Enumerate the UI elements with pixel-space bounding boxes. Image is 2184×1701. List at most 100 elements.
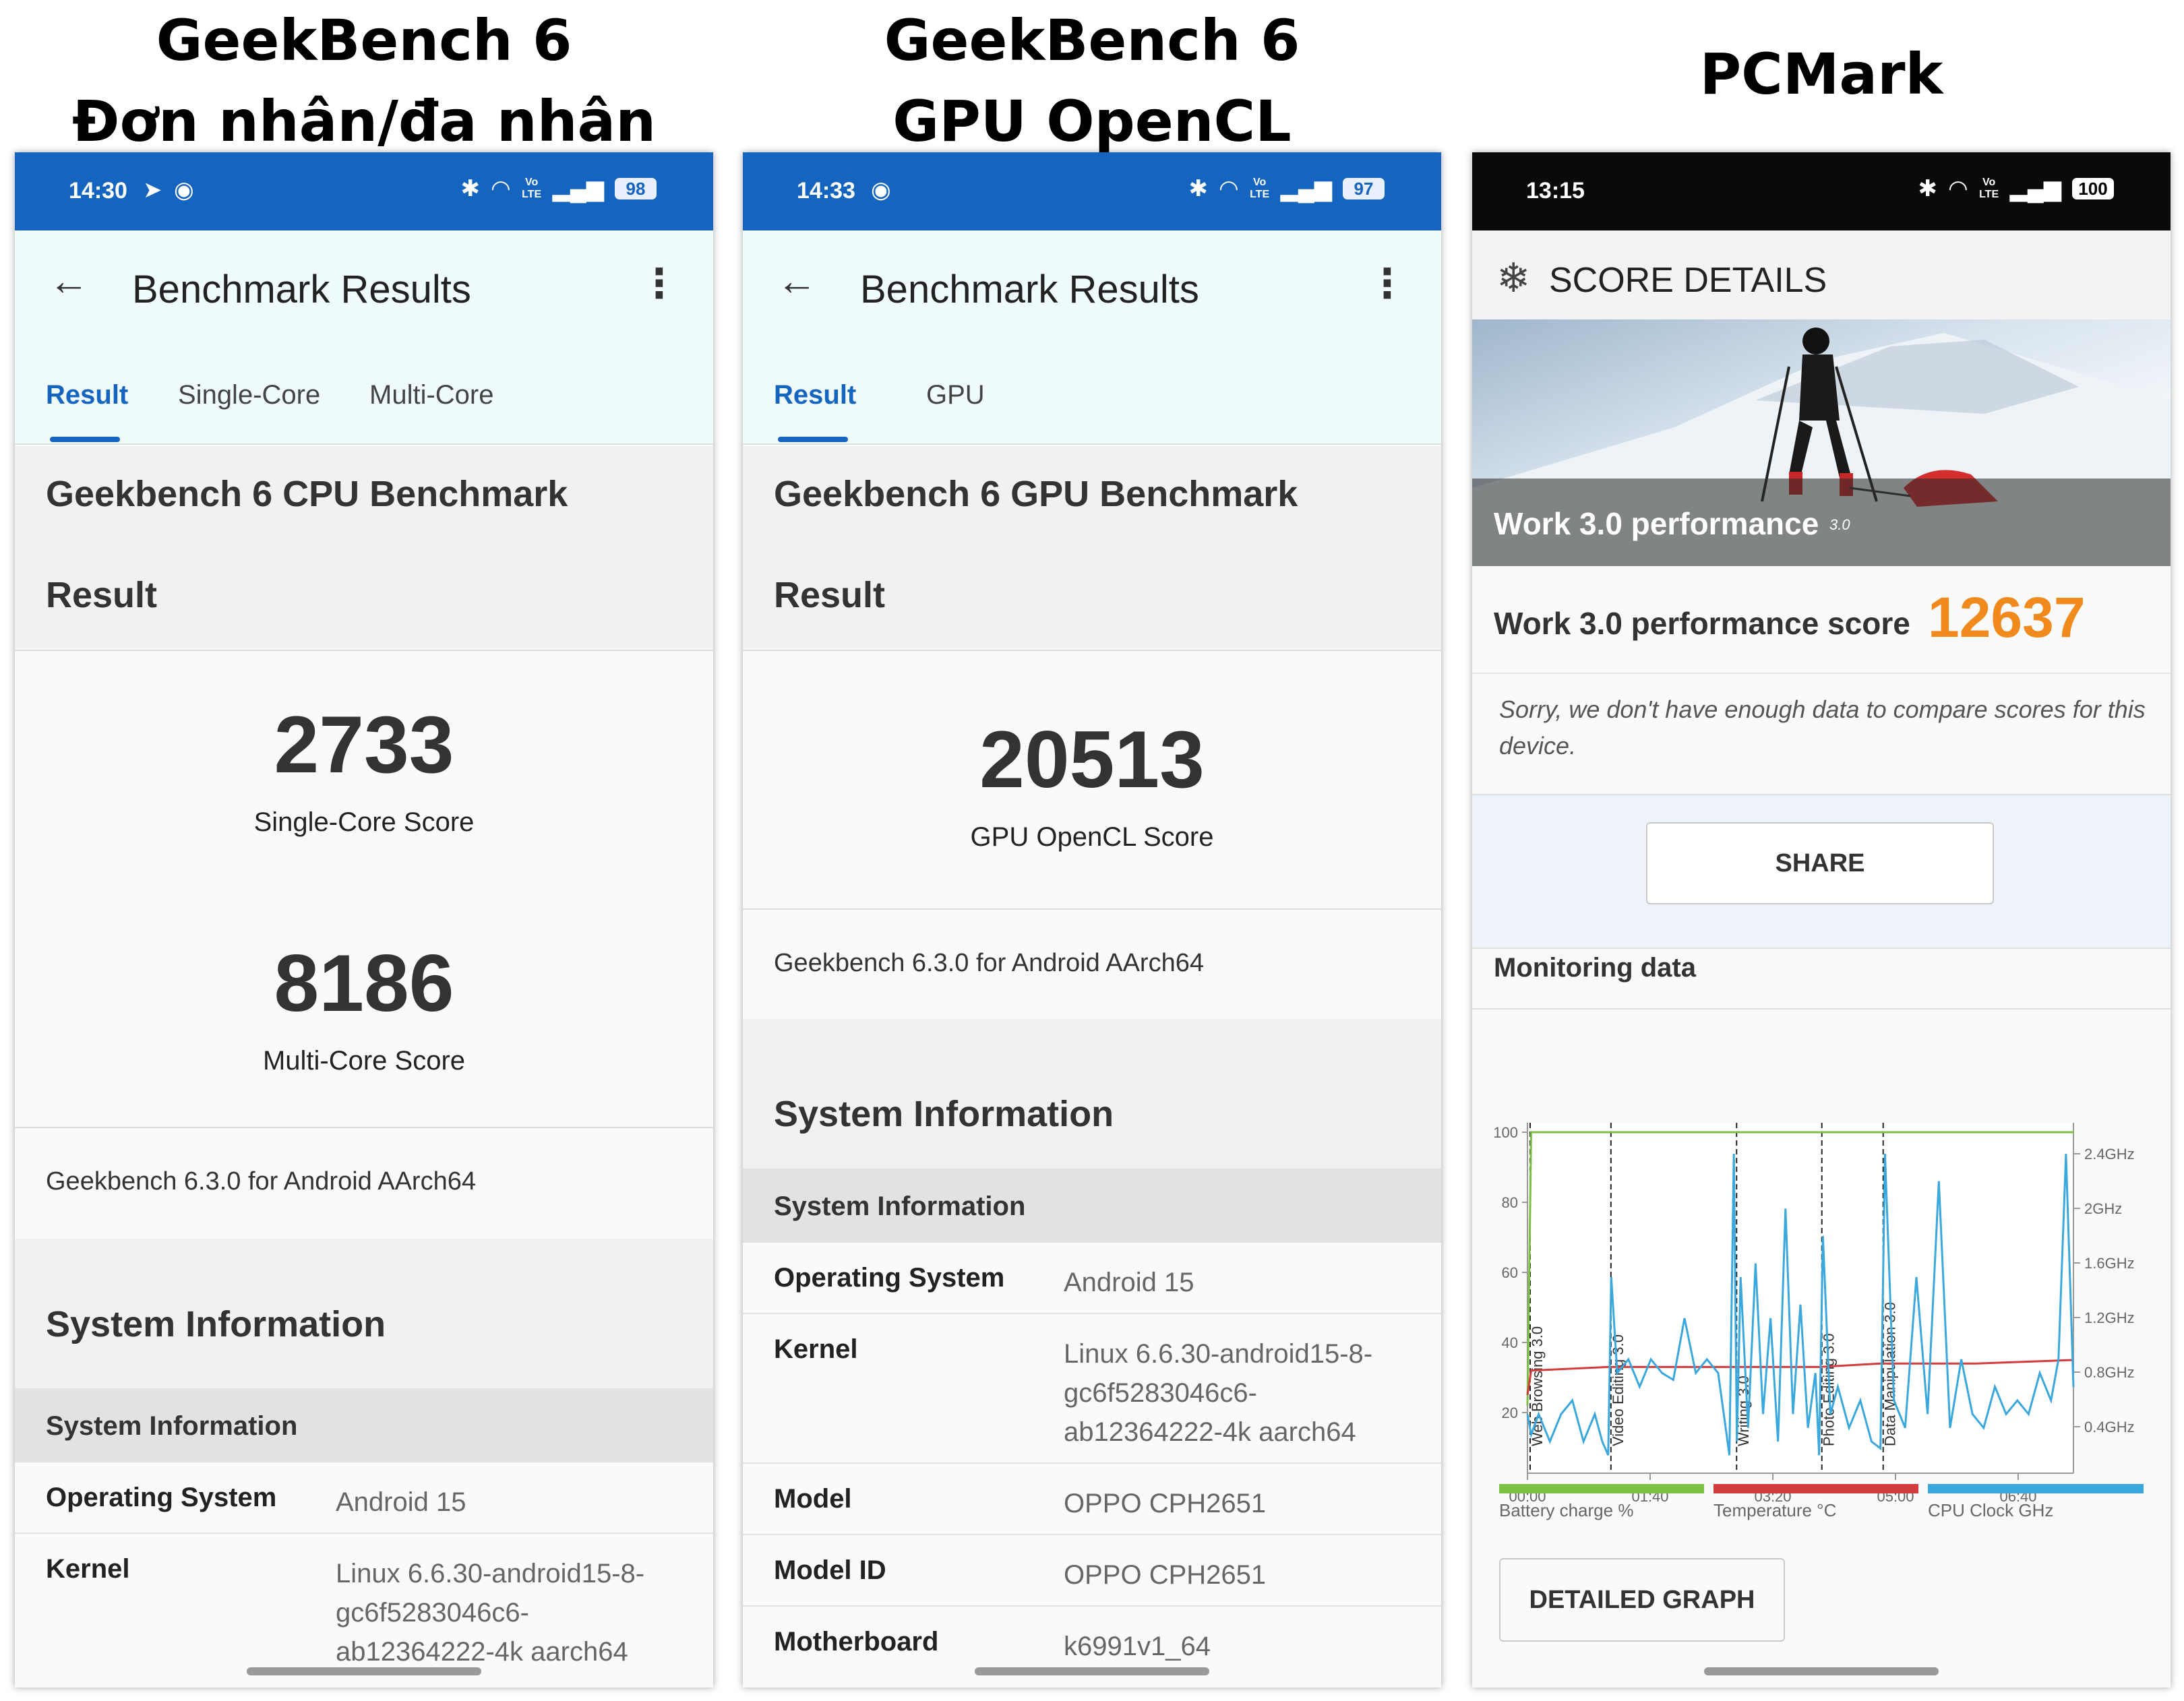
status-icons: ✱ ◠ Vo LTE ▂▄▆ 100 — [1918, 175, 2114, 202]
score-row: Work 3.0 performance score 12637 — [1472, 566, 2171, 674]
monitoring-chart: 100 80 60 40 20 2.4GHz 2GHz 1.6GHz 1.2GHz 0.8GHz 0… — [1493, 1123, 2135, 1505]
result-heading: Result — [46, 575, 158, 615]
info-row-kernel: Kernel Linux 6.6.30-android15-8-gc6f5283… — [15, 1534, 713, 1688]
score-label: Work 3.0 performance score — [1494, 606, 1910, 641]
detailed-graph-button[interactable]: DETAILED GRAPH — [1499, 1558, 1785, 1642]
row-value: Linux 6.6.30-android15-8-gc6f5283046c6-a… — [1064, 1339, 1373, 1447]
row-value: OPPO CPH2651 — [1064, 1489, 1267, 1518]
tab-single-core[interactable]: Single-Core — [178, 380, 320, 410]
system-info-title: System Information — [774, 1094, 1114, 1134]
legend-temperature: Temperature °C — [1713, 1500, 1837, 1520]
bluetooth-icon: ✱ — [1188, 176, 1208, 202]
benchmark-header: Geekbench 6 CPU Benchmark Result — [15, 446, 713, 648]
version-text: Geekbench 6.3.0 for Android AArch64 — [774, 949, 1204, 977]
home-indicator[interactable] — [1704, 1667, 1939, 1675]
legend-swatch-battery — [1499, 1484, 1704, 1493]
benchmark-title: Geekbench 6 GPU Benchmark — [774, 474, 1298, 514]
status-bar: 14:30 ➤ ◉ ✱ ◠ Vo LTE ▂▄▆ 98 — [15, 152, 713, 230]
tab-multi-core[interactable]: Multi-Core — [369, 380, 493, 410]
battery-icon: 98 — [615, 178, 657, 199]
info-row-kernel: Kernel Linux 6.6.30-android15-8-gc6f5283… — [743, 1314, 1441, 1464]
app-header: ← Benchmark Results ⋮ Result GPU — [743, 230, 1441, 445]
legend-battery: Battery charge % — [1499, 1500, 1634, 1520]
score-value: 12637 — [1928, 586, 2086, 649]
battery-icon: 100 — [2072, 178, 2114, 199]
more-options-icon[interactable]: ⋮ — [639, 260, 679, 307]
row-value: Android 15 — [336, 1487, 466, 1517]
app-title: Benchmark Results — [860, 268, 1199, 311]
status-bar: 13:15 ✱ ◠ Vo LTE ▂▄▆ 100 — [1472, 152, 2171, 230]
segment-label: Web Browsing 3.0 — [1529, 1326, 1546, 1446]
hero-version: 3.0 — [1829, 516, 1850, 533]
tab-result[interactable]: Result — [46, 380, 128, 410]
status-icons: ✱ ◠ Vo LTE ▂▄▆ 97 — [1188, 175, 1385, 202]
info-row-model: Model OPPO CPH2651 — [743, 1464, 1441, 1535]
battery-icon: 97 — [1343, 178, 1385, 199]
segment-label: Video Editing 3.0 — [1610, 1334, 1627, 1446]
divider — [1472, 1008, 2171, 1010]
y2-tick-label: 2.4GHz — [2084, 1146, 2135, 1163]
score-details-header: ❄ SCORE DETAILS — [1472, 230, 2171, 319]
single-core-label: Single-Core Score — [253, 807, 475, 837]
row-key: Model ID — [774, 1555, 886, 1585]
single-core-score: 2733 — [274, 700, 454, 790]
system-info-section: System Information — [743, 1019, 1441, 1169]
compare-unavailable-text: Sorry, we don't have enough data to comp… — [1499, 695, 2146, 760]
wifi-icon: ◠ — [1947, 176, 1968, 202]
snowflake-back-icon[interactable]: ❄ — [1496, 255, 1530, 302]
gpu-opencl-label: GPU OpenCL Score — [970, 822, 1214, 852]
scores-card: 2733 Single-Core Score — [15, 650, 713, 890]
app-header: ← Benchmark Results ⋮ Result Single-Core… — [15, 230, 713, 445]
more-options-icon[interactable]: ⋮ — [1367, 260, 1407, 307]
row-value: OPPO CPH2651 — [1064, 1560, 1267, 1590]
gpu-opencl-score: 20513 — [979, 714, 1205, 805]
info-row-motherboard: Motherboard k6991v1_64 — [743, 1607, 1441, 1688]
app-title: Benchmark Results — [132, 268, 471, 311]
column-title-line2: Đơn nhân/đa nhân — [71, 88, 657, 154]
home-indicator[interactable] — [247, 1667, 481, 1675]
back-arrow-icon[interactable]: ← — [49, 257, 89, 304]
phone-pcmark: 13:15 ✱ ◠ VoLTE ▂▄▆ 100 ❄ SCORE DETAILS — [1472, 152, 2171, 1688]
tab-result[interactable]: Result — [774, 380, 856, 410]
signal-icon: ▂▄▆ — [2009, 176, 2061, 202]
column-title-pcmark: PCMark — [1699, 41, 1943, 107]
active-tab-indicator — [778, 437, 848, 442]
row-key: Kernel — [46, 1554, 130, 1584]
active-tab-indicator — [50, 437, 120, 442]
version-card: Geekbench 6.3.0 for Android AArch64 — [743, 908, 1441, 1019]
status-time: 14:33 — [797, 178, 855, 204]
messenger-icon: ◉ — [174, 177, 194, 203]
system-info-header: System Information — [15, 1388, 713, 1462]
bluetooth-icon: ✱ — [1918, 176, 1937, 202]
system-info-section: System Information — [15, 1239, 713, 1388]
phone-geekbench-gpu: 14:33 ◉ ✱ ◠ Vo LTE ▂▄▆ 97 ← Benchmark Res… — [743, 152, 1441, 1688]
system-info-header: System Information — [743, 1169, 1441, 1243]
share-button[interactable]: SHARE — [1646, 822, 1994, 904]
y-tick-label: 60 — [1502, 1264, 1518, 1281]
row-value: Linux 6.6.30-android15-8-gc6f5283046c6-a… — [336, 1559, 645, 1667]
y2-tick-label: 0.8GHz — [2084, 1364, 2135, 1381]
tab-gpu[interactable]: GPU — [926, 380, 985, 410]
status-time: 14:30 — [69, 178, 127, 204]
multi-score-card: 8186 Multi-Core Score — [15, 890, 713, 1127]
y-tick-label: 100 — [1493, 1124, 1518, 1141]
back-arrow-icon[interactable]: ← — [777, 257, 817, 304]
monitoring-title: Monitoring data — [1494, 953, 1696, 983]
multi-core-label: Multi-Core Score — [262, 1046, 466, 1076]
row-key: Model — [774, 1484, 852, 1514]
volte-icon: Vo LTE — [1979, 177, 1999, 200]
legend-cpu: CPU Clock GHz — [1928, 1500, 2054, 1520]
info-row-model-id: Model ID OPPO CPH2651 — [743, 1535, 1441, 1607]
system-info-header-label: System Information — [46, 1411, 298, 1441]
share-section: SHARE — [1472, 794, 2171, 949]
version-text: Geekbench 6.3.0 for Android AArch64 — [46, 1167, 476, 1196]
home-indicator[interactable] — [975, 1667, 1209, 1675]
bluetooth-icon: ✱ — [460, 176, 480, 202]
phone-geekbench-cpu: 14:30 ➤ ◉ ✱ ◠ Vo LTE ▂▄▆ 98 ← Benchmark R… — [15, 152, 713, 1688]
y2-tick-label: 1.2GHz — [2084, 1309, 2135, 1326]
scores-card: 20513 GPU OpenCL Score — [743, 650, 1441, 908]
benchmark-header: Geekbench 6 GPU Benchmark Result — [743, 446, 1441, 648]
wifi-icon: ◠ — [490, 176, 511, 202]
column-title-geekbench-gpu: GeekBench 6 GPU OpenCL — [743, 0, 1441, 162]
y-tick-label: 20 — [1502, 1404, 1518, 1421]
